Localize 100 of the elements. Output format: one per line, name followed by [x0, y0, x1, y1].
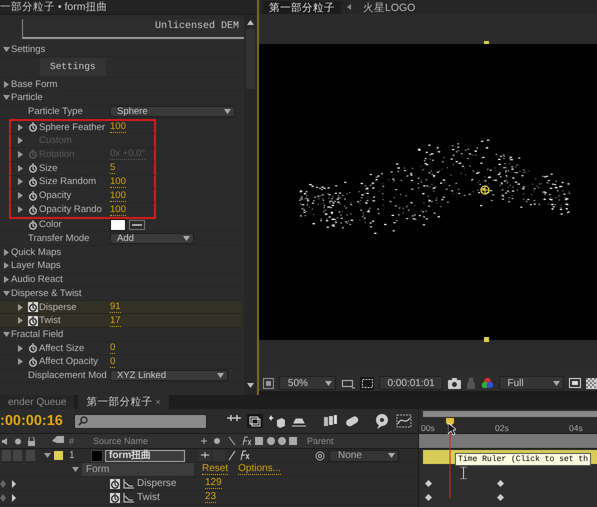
stopwatch-icon[interactable]	[110, 478, 120, 488]
param-label: Twist	[39, 315, 61, 326]
twirl-icon[interactable]	[72, 466, 79, 473]
stopwatch-icon[interactable]	[28, 316, 38, 326]
layer-name-field[interactable]: form扭曲	[105, 450, 185, 462]
pick-whip-icon[interactable]	[315, 450, 325, 460]
twirl-icon[interactable]	[17, 206, 24, 214]
column-header: #	[69, 436, 74, 446]
guides-icon[interactable]	[340, 378, 355, 388]
frame-blending-icon[interactable]	[322, 414, 338, 428]
stopwatch-icon[interactable]	[28, 163, 38, 174]
twirl-icon[interactable]	[3, 330, 10, 338]
license-banner: Unlicensed DEM	[22, 19, 245, 39]
stopwatch-icon[interactable]	[28, 176, 38, 187]
twirl-icon[interactable]	[17, 344, 24, 352]
section-label[interactable]: Audio React	[11, 274, 63, 286]
graph-icon[interactable]	[123, 478, 134, 488]
param-value[interactable]: 0	[110, 356, 116, 368]
twirl-icon[interactable]	[3, 248, 10, 256]
layer-number: 1	[69, 450, 75, 461]
dropdown-arrow-icon	[553, 380, 560, 386]
color-channels-icon[interactable]	[480, 377, 494, 389]
twirl-icon[interactable]	[17, 192, 24, 200]
handle-icon	[484, 337, 489, 342]
transparency-region-icon[interactable]	[360, 376, 374, 390]
effect-link[interactable]: Options...	[238, 464, 281, 475]
twirl-icon[interactable]	[3, 80, 10, 88]
param-value[interactable]: 100	[110, 204, 126, 216]
section-label[interactable]: Fractal Field	[11, 328, 64, 340]
twirl-icon[interactable]	[44, 452, 51, 459]
search-field[interactable]	[74, 414, 207, 428]
timeline-tab[interactable]: 第一部分粒子 ×	[78, 395, 169, 409]
stopwatch-icon[interactable]	[28, 220, 38, 230]
viewer-tab[interactable]: 第一部分粒子	[263, 0, 341, 14]
viewer-tab[interactable]: 火星LOGO	[357, 0, 422, 14]
tab-arrow-icon	[347, 4, 351, 10]
property-value[interactable]: 23	[205, 492, 216, 503]
close-button[interactable]: ×	[155, 397, 161, 407]
twirl-icon[interactable]	[17, 358, 24, 366]
twirl-icon[interactable]	[3, 46, 10, 53]
timecode-field[interactable]: 0:00:01:01	[379, 376, 443, 390]
stopwatch-icon[interactable]	[28, 302, 38, 312]
stopwatch-icon[interactable]	[28, 356, 38, 367]
section-label[interactable]: Base Form	[11, 78, 58, 90]
zoom-dropdown[interactable]: 50%	[278, 376, 336, 390]
dropdown[interactable]: Sphere	[110, 106, 235, 117]
resolution-dropdown[interactable]: Full	[498, 376, 564, 390]
property-name: Disperse	[137, 478, 176, 489]
current-time[interactable]: :00:00:16	[0, 413, 68, 429]
keyframe-nav-icon[interactable]	[0, 494, 16, 502]
param-label: Disperse	[39, 302, 76, 313]
twirl-icon[interactable]	[17, 178, 24, 186]
label-color-swatch[interactable]	[54, 451, 63, 460]
graph-editor-icon[interactable]	[396, 414, 412, 428]
twirl-icon[interactable]	[3, 290, 10, 297]
dropdown-arrow-icon	[224, 108, 231, 114]
region-of-interest-icon[interactable]	[569, 378, 582, 388]
dropdown[interactable]: Add	[110, 233, 194, 244]
twirl-icon[interactable]	[3, 262, 10, 270]
twirl-icon[interactable]	[3, 276, 10, 284]
layer-thumbnail	[91, 450, 103, 462]
twirl-icon[interactable]	[17, 124, 24, 131]
time-ruler[interactable]: 00s 02s 04s	[419, 409, 597, 433]
region-icon[interactable]	[263, 378, 274, 388]
ruler-label: 04s	[569, 423, 583, 433]
sparkle-cube-icon[interactable]	[268, 414, 284, 428]
section-label[interactable]: Layer Maps	[11, 260, 61, 272]
brainstorm-icon[interactable]	[374, 414, 390, 428]
property-value[interactable]: 129	[205, 478, 222, 489]
section-label[interactable]: Particle	[11, 92, 43, 104]
param-value[interactable]: 100	[110, 121, 126, 134]
draft-3d-icon[interactable]	[246, 414, 263, 428]
current-time-indicator-drawing[interactable]	[445, 418, 455, 498]
param-value[interactable]: 5	[110, 162, 116, 174]
twirl-icon[interactable]	[17, 317, 24, 324]
section-label[interactable]: Settings	[11, 44, 46, 55]
checkerboard-icon[interactable]	[586, 378, 597, 388]
parent-dropdown[interactable]: None	[329, 450, 399, 462]
twirl-icon[interactable]	[17, 164, 24, 172]
timeline-tab[interactable]: ender Queue	[0, 395, 74, 409]
stopwatch-icon[interactable]	[28, 204, 38, 215]
keyframe-nav-icon[interactable]	[0, 480, 16, 488]
color-swatch[interactable]	[110, 218, 126, 231]
settings-button[interactable]: Settings	[40, 58, 106, 76]
twirl-icon[interactable]	[3, 94, 10, 102]
section-label[interactable]: Quick Maps	[11, 246, 62, 258]
param-value[interactable]: 91	[110, 301, 121, 314]
twirl-icon[interactable]	[17, 304, 24, 311]
eyedropper-icon[interactable]	[129, 220, 145, 230]
param-value[interactable]: 100	[110, 176, 126, 188]
effect-link[interactable]: Reset	[202, 464, 228, 475]
dropdown[interactable]: XYZ Linked	[110, 370, 228, 381]
pointer-cursor-icon	[448, 423, 456, 435]
param-value[interactable]: 0	[110, 342, 116, 354]
camera-icon[interactable]	[448, 378, 461, 388]
param-value[interactable]: 100	[110, 190, 126, 202]
param-value[interactable]: 17	[110, 314, 121, 327]
graph-icon[interactable]	[123, 492, 134, 502]
stopwatch-icon[interactable]	[110, 492, 120, 502]
section-label[interactable]: Disperse & Twist	[11, 288, 82, 299]
